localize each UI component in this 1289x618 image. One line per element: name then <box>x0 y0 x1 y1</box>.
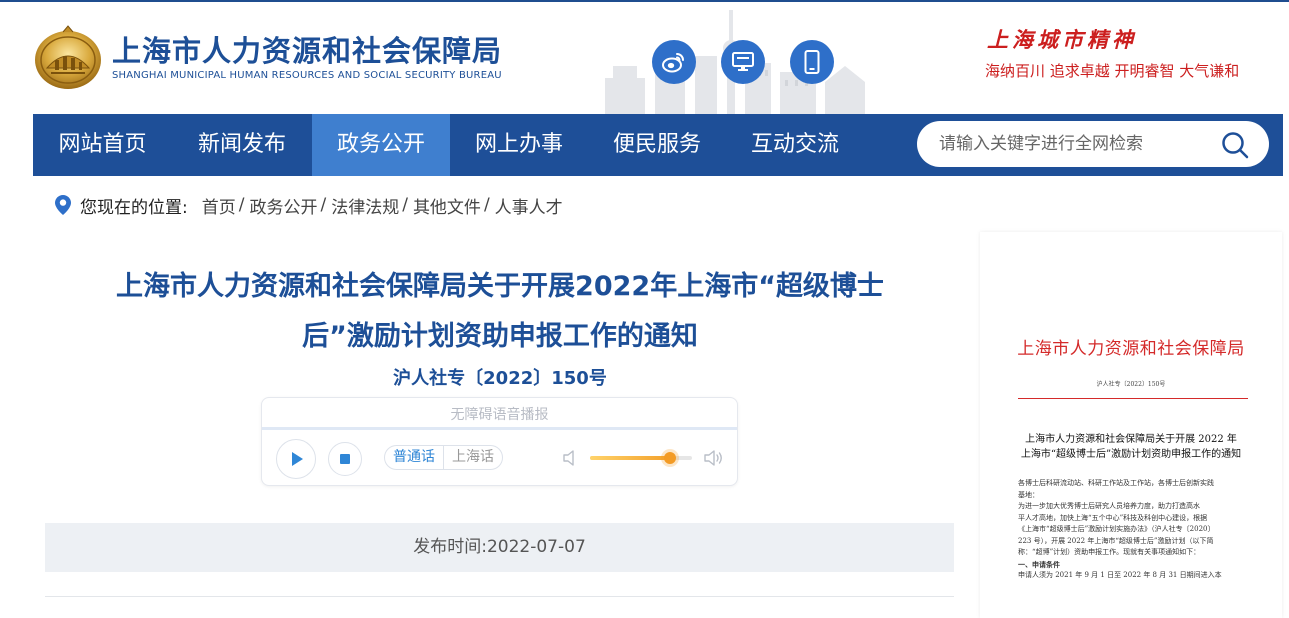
audio-progress-track[interactable] <box>262 427 737 430</box>
document-preview-thumbnail[interactable]: 上海市人力资源和社会保障局 沪人社专〔2022〕150号 上海市人力资源和社会保… <box>980 232 1282 618</box>
doc-preview-body-line: 223 号），开展 2022 年上海市“超级博士后”激励计划（以下简 <box>1018 536 1214 545</box>
audio-player: 无障碍语音播报 普通话 上海话 <box>261 397 738 486</box>
doc-preview-body-line: 《上海市“超级博士后”激励计划实施办法》（沪人社专〔2020〕 <box>1018 525 1215 533</box>
volume-fill <box>590 456 670 460</box>
article-title-line-1: 上海市人力资源和社会保障局关于开展2022年上海市“超级博士 <box>116 271 884 302</box>
doc-preview-heading: 上海市人力资源和社会保障局 <box>1017 339 1245 359</box>
doc-preview-body-line: 为进一步加大优秀博士后研究人员培养力度，助力打造高水 <box>1018 502 1200 510</box>
document-number: 沪人社专〔2022〕150号 <box>393 368 607 389</box>
breadcrumb-label: 您现在的位置: <box>80 197 188 218</box>
city-spirit-title: 上海城市精神 <box>987 27 1137 52</box>
location-pin-icon <box>55 195 71 215</box>
doc-preview-section-heading: 一、申请条件 <box>1018 559 1060 569</box>
breadcrumb-government-affairs[interactable]: 政务公开 <box>249 193 317 218</box>
volume-slider[interactable] <box>590 452 692 464</box>
desktop-icon <box>732 52 754 71</box>
doc-preview-red-line <box>1018 398 1248 399</box>
bureau-logo-emblem[interactable] <box>33 24 103 90</box>
desktop-version-button[interactable] <box>721 40 765 84</box>
article-title: 上海市人力资源和社会保障局关于开展2022年上海市“超级博士 后”激励计划资助申… <box>45 262 955 362</box>
audio-player-label: 无障碍语音播报 <box>450 407 549 423</box>
city-spirit-slogan: 海纳百川 追求卓越 开明睿智 大气谦和 <box>985 62 1240 80</box>
doc-preview-body-line: 申请人须为 2021 年 9 月 1 日至 2022 年 8 月 31 日期间进… <box>1018 571 1222 579</box>
play-button[interactable] <box>276 439 316 479</box>
weibo-button[interactable] <box>652 40 696 84</box>
search-icon[interactable] <box>1220 130 1250 160</box>
breadcrumb-home[interactable]: 首页 <box>202 193 236 218</box>
search-box <box>917 121 1269 167</box>
volume-low-icon[interactable] <box>562 448 580 468</box>
breadcrumb-separator: / <box>402 195 408 215</box>
breadcrumb-other-documents[interactable]: 其他文件 <box>413 193 481 218</box>
nav-item-home[interactable]: 网站首页 <box>33 114 172 176</box>
breadcrumb: 您现在的位置: 首页 / 政务公开 / 法律法规 / 其他文件 / 人事人才 <box>54 193 563 218</box>
breadcrumb-personnel[interactable]: 人事人才 <box>495 193 563 218</box>
breadcrumb-laws[interactable]: 法律法规 <box>331 193 399 218</box>
breadcrumb-separator: / <box>238 195 245 215</box>
doc-preview-body-line: 各博士后科研流动站、科研工作站及工作站，各博士后创新实践 <box>1018 479 1214 487</box>
stop-icon <box>340 454 350 464</box>
site-title-en: SHANGHAI MUNICIPAL HUMAN RESOURCES AND S… <box>112 70 502 81</box>
content-divider <box>45 596 954 597</box>
stop-button[interactable] <box>328 442 362 476</box>
nav-item-online-services[interactable]: 网上办事 <box>450 114 588 176</box>
doc-preview-number: 沪人社专〔2022〕150号 <box>1096 381 1166 388</box>
main-nav: 网站首页 新闻发布 政务公开 网上办事 便民服务 互动交流 <box>33 114 1283 176</box>
site-title-cn: 上海市人力资源和社会保障局 <box>112 34 503 68</box>
breadcrumb-separator: / <box>320 195 327 215</box>
nav-item-interaction[interactable]: 互动交流 <box>726 114 864 176</box>
breadcrumb-separator: / <box>483 195 490 215</box>
play-icon <box>292 452 303 466</box>
volume-high-icon[interactable] <box>703 448 725 468</box>
top-accent-line <box>0 0 1289 2</box>
doc-preview-body-line: 基地： <box>1018 490 1039 499</box>
doc-preview-body-line: 称：“超博”计划）资助申报工作。现就有关事项通知如下： <box>1018 548 1201 556</box>
nav-item-government-affairs[interactable]: 政务公开 <box>312 114 450 176</box>
lang-mandarin[interactable]: 普通话 <box>385 446 443 469</box>
lang-shanghainese[interactable]: 上海话 <box>443 446 502 469</box>
volume-knob[interactable] <box>663 452 676 464</box>
nav-item-public-services[interactable]: 便民服务 <box>588 114 726 176</box>
publish-label: 发布时间: <box>413 537 487 557</box>
doc-preview-body-line: 平人才高地，加快上海“五个中心”科技及科创中心建设，根据 <box>1018 513 1208 522</box>
weibo-icon <box>662 53 684 73</box>
dialect-selector: 普通话 上海话 <box>384 445 503 470</box>
search-input[interactable] <box>939 121 1209 167</box>
article-title-line-2: 后”激励计划资助申报工作的通知 <box>302 321 698 352</box>
publish-date: 2022-07-07 <box>486 537 586 557</box>
doc-preview-title-line-2: 上海市“超级博士后”激励计划资助申报工作的通知 <box>1020 449 1242 460</box>
doc-preview-body: 各博士后科研流动站、科研工作站及工作站，各博士后创新实践 基地： 为进一步加大优… <box>1018 478 1250 582</box>
mobile-version-button[interactable] <box>790 40 834 84</box>
doc-preview-title-line-1: 上海市人力资源和社会保障局关于开展 2022 年 <box>1025 434 1237 445</box>
mobile-icon <box>804 50 820 74</box>
nav-item-news[interactable]: 新闻发布 <box>172 114 312 176</box>
doc-preview-title: 上海市人力资源和社会保障局关于开展 2022 年 上海市“超级博士后”激励计划资… <box>1000 432 1262 462</box>
publish-info-bar: 发布时间:2022-07-07 <box>45 523 954 572</box>
